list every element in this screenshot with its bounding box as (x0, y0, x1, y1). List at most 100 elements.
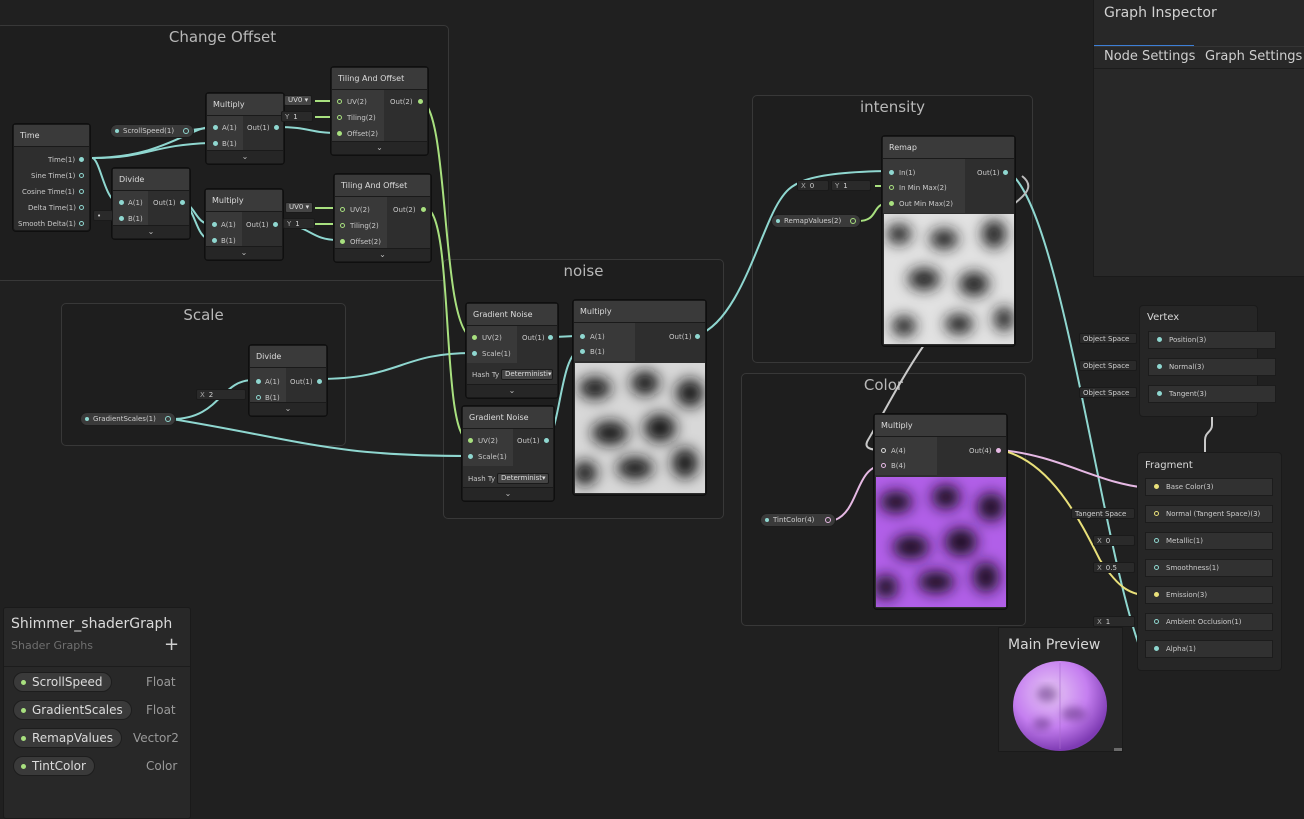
port-dot[interactable] (1157, 337, 1162, 342)
vertex-tangent-block[interactable]: Tangent(3) (1148, 385, 1276, 403)
port-dot[interactable] (889, 185, 894, 190)
port-dot[interactable] (1003, 170, 1008, 175)
remap-values-property-node[interactable]: RemapValues(2) (771, 214, 861, 228)
gradient-noise-node-2[interactable]: Gradient Noise UV(2) Scale(1) Out(1) Has… (462, 406, 554, 501)
expand-toggle[interactable]: ⌄ (206, 246, 282, 259)
port-dot[interactable] (337, 99, 342, 104)
divide-node-time[interactable]: Divide A(1) B(1) Out(1) ⌄ (112, 168, 190, 239)
port-dot[interactable] (1157, 391, 1162, 396)
expand-toggle[interactable]: ⌄ (467, 384, 557, 397)
port-dot[interactable] (580, 349, 585, 354)
port-dot[interactable] (337, 131, 342, 136)
hash-type-dropdown[interactable]: Determinist▾ (497, 473, 549, 484)
port-dot[interactable] (119, 200, 124, 205)
fragment-normal-block[interactable]: Normal (Tangent Space)(3) (1145, 505, 1273, 523)
property-pill[interactable]: ScrollSpeed (13, 672, 112, 692)
tiling-and-offset-node-mid[interactable]: Tiling And Offset UV(2) Tiling(2) Offset… (334, 174, 431, 262)
port-dot[interactable] (273, 222, 278, 227)
tint-color-property-node[interactable]: TintColor(4) (760, 513, 836, 527)
gradient-scales-property-node[interactable]: GradientScales(1) (80, 412, 176, 426)
port-dot[interactable] (889, 170, 894, 175)
remap-node[interactable]: Remap In(1) In Min Max(2) Out Min Max(2)… (882, 136, 1015, 346)
port-dot[interactable] (548, 335, 553, 340)
port-dot[interactable] (79, 189, 84, 194)
fragment-ambient-occlusion-block[interactable]: Ambient Occlusion(1) (1145, 613, 1273, 631)
port-dot[interactable] (1154, 538, 1159, 543)
port-dot[interactable] (472, 335, 477, 340)
tab-graph-settings[interactable]: Graph Settings (1205, 49, 1302, 64)
uv-channel-dropdown[interactable]: UV0 ▾ (285, 202, 313, 213)
tiling-y-input[interactable]: Y1 (281, 111, 313, 122)
vertex-position-block[interactable]: Position(3) (1148, 331, 1276, 349)
port-dot[interactable] (1154, 619, 1159, 624)
ambient-occlusion-input[interactable]: X1 (1093, 616, 1135, 627)
port-dot[interactable] (213, 125, 218, 130)
add-property-button[interactable]: + (164, 634, 179, 655)
vertex-context[interactable]: Vertex Position(3) Normal(3) Tangent(3) (1139, 305, 1276, 417)
multiply-node-top[interactable]: Multiply A(1) B(1) Out(1) ⌄ (206, 93, 284, 164)
object-space-dropdown[interactable]: Object Space (1079, 387, 1137, 398)
vertex-normal-block[interactable]: Normal(3) (1148, 358, 1276, 376)
port-dot[interactable] (472, 351, 477, 356)
port-dot[interactable] (544, 438, 549, 443)
main-preview-panel[interactable]: Main Preview (998, 627, 1123, 752)
property-pill[interactable]: RemapValues (13, 728, 123, 748)
scroll-speed-property-node[interactable]: ScrollSpeed(1) (110, 124, 194, 138)
property-row-scroll-speed[interactable]: ScrollSpeed Float (13, 672, 183, 692)
port-dot[interactable] (180, 200, 185, 205)
expand-toggle[interactable]: ⌄ (113, 225, 189, 238)
expand-toggle[interactable]: ⌄ (250, 402, 326, 415)
port-dot[interactable] (256, 395, 261, 400)
property-row-remap-values[interactable]: RemapValues Vector2 (13, 728, 183, 748)
fragment-metallic-block[interactable]: Metallic(1) (1145, 532, 1273, 550)
object-space-dropdown[interactable]: Object Space (1079, 333, 1137, 344)
port-dot[interactable] (889, 201, 894, 206)
property-pill[interactable]: GradientScales (13, 700, 132, 720)
port-dot[interactable] (1154, 592, 1159, 597)
port-dot[interactable] (340, 239, 345, 244)
tangent-space-dropdown[interactable]: Tangent Space (1071, 508, 1135, 519)
smoothness-input[interactable]: X 0.5 (1093, 562, 1135, 573)
tab-node-settings[interactable]: Node Settings (1104, 49, 1195, 64)
fragment-base-color-block[interactable]: Base Color(3) (1145, 478, 1273, 496)
multiply-node-color[interactable]: Multiply A(4) B(4) Out(4) (874, 414, 1007, 609)
property-row-tint-color[interactable]: TintColor Color (13, 756, 183, 776)
port-dot[interactable] (79, 173, 84, 178)
port-dot[interactable] (340, 223, 345, 228)
port-dot[interactable] (317, 379, 322, 384)
resize-handle[interactable] (1114, 748, 1122, 751)
port-dot[interactable] (695, 334, 700, 339)
tiling-y-input[interactable]: Y1 (283, 218, 315, 229)
fragment-alpha-block[interactable]: Alpha(1) (1145, 640, 1273, 658)
port-dot[interactable] (212, 238, 217, 243)
divide-node-scale[interactable]: Divide A(1) B(1) Out(1) ⌄ (249, 345, 327, 416)
expand-toggle[interactable]: ⌄ (332, 141, 427, 154)
port-dot[interactable] (881, 463, 886, 468)
port-dot[interactable] (1154, 484, 1159, 489)
divide-b-inline-input[interactable]: • (93, 210, 113, 221)
port-dot[interactable] (213, 141, 218, 146)
object-space-dropdown[interactable]: Object Space (1079, 360, 1137, 371)
port-dot[interactable] (1154, 511, 1159, 516)
port-dot[interactable] (1157, 364, 1162, 369)
in-min-max-x-input[interactable]: X0 (797, 180, 829, 191)
port-dot[interactable] (274, 125, 279, 130)
port-dot[interactable] (337, 115, 342, 120)
port-dot[interactable] (825, 517, 831, 523)
blackboard-panel[interactable]: Shimmer_shaderGraph Shader Graphs + Scro… (3, 607, 191, 819)
property-row-gradient-scales[interactable]: GradientScales Float (13, 700, 183, 720)
expand-toggle[interactable]: ⌄ (463, 487, 553, 500)
property-pill[interactable]: TintColor (13, 756, 95, 776)
multiply-node-noise[interactable]: Multiply A(1) B(1) Out(1) (573, 300, 706, 495)
port-dot[interactable] (418, 99, 423, 104)
fragment-emission-block[interactable]: Emission(3) (1145, 586, 1273, 604)
port-dot[interactable] (212, 222, 217, 227)
gradient-noise-node-1[interactable]: Gradient Noise UV(2) Scale(1) Out(1) Has… (466, 303, 558, 398)
uv-channel-dropdown[interactable]: UV0 ▾ (284, 95, 312, 106)
port-dot[interactable] (468, 454, 473, 459)
port-dot[interactable] (1154, 646, 1159, 651)
divide-x-input[interactable]: X2 (196, 389, 246, 400)
port-dot[interactable] (421, 207, 426, 212)
metallic-input[interactable]: X0 (1093, 535, 1135, 546)
graph-inspector-panel[interactable]: Graph Inspector Node Settings Graph Sett… (1093, 0, 1304, 277)
